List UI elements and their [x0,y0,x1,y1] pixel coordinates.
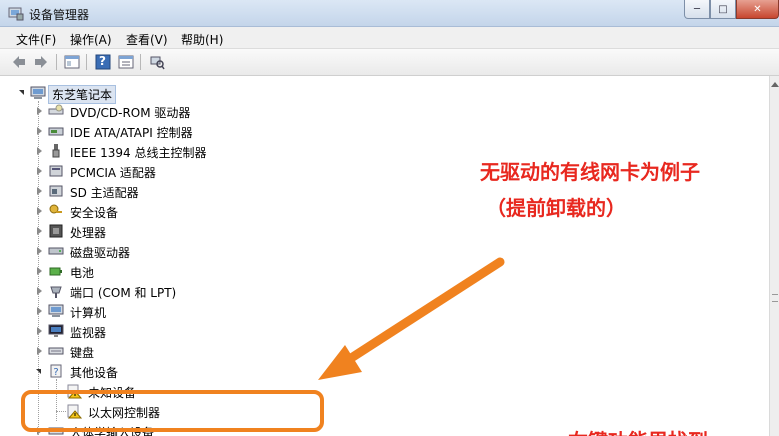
unknown-device-icon: ? [50,364,62,378]
tree-category-label: DVD/CD-ROM 驱动器 [70,106,191,120]
tree-category-label: PCMCIA 适配器 [70,166,156,180]
properties-icon [118,55,134,69]
tree-category[interactable]: 磁盘驱动器 [0,241,260,261]
scroll-up-icon[interactable] [771,82,779,87]
expander-collapsed-icon[interactable] [37,187,42,195]
keyboard-icon [48,347,64,355]
help-glyph: ? [99,54,106,68]
monitor-icon [48,324,64,337]
toolbar-separator [56,54,57,70]
tree-category[interactable]: SD 主适配器 [0,181,260,201]
ide-controller-icon [48,127,64,136]
tree-category[interactable]: 键盘 [0,341,260,361]
annotation-bottom-partial: 右键功能里找到 [568,425,708,436]
tree-category[interactable]: ? 其他设备 [0,361,260,381]
minimize-button[interactable]: ─ [684,0,710,19]
expander-collapsed-icon[interactable] [37,287,42,295]
minimize-icon: ─ [693,3,701,15]
back-button[interactable] [10,53,28,71]
tree-root[interactable]: 东芝笔记本 [0,83,200,104]
expander-collapsed-icon[interactable] [37,167,42,175]
tree-category-label: 其他设备 [70,366,119,380]
expander-collapsed-icon[interactable] [37,327,42,335]
tree-category-label: SD 主适配器 [70,186,139,200]
menu-bar: 文件(F) 操作(A) 查看(V) 帮助(H) [0,27,779,49]
tree-category-label: 端口 (COM 和 LPT) [70,286,177,300]
highlight-box [21,390,324,432]
expander-collapsed-icon[interactable] [37,207,42,215]
tree-category[interactable]: 电池 [0,261,260,281]
expander-collapsed-icon[interactable] [37,147,42,155]
window-title: 设备管理器 [29,8,90,22]
svg-text:?: ? [53,367,58,378]
vertical-scrollbar[interactable] [769,76,779,436]
tree-category[interactable]: DVD/CD-ROM 驱动器 [0,101,260,121]
forward-arrow-icon [35,56,47,68]
expander-collapsed-icon[interactable] [37,227,42,235]
scroll-grip-icon[interactable] [772,294,778,302]
properties-button[interactable] [117,53,135,71]
tree-category[interactable]: 计算机 [0,301,260,321]
back-arrow-icon [13,56,25,68]
menu-action[interactable]: 操作(A) [70,31,112,48]
device-manager-icon [8,7,24,21]
expander-collapsed-icon[interactable] [37,107,42,115]
pcmcia-icon [49,165,63,177]
tree-category-label: 安全设备 [70,206,119,220]
tree-category-label: 键盘 [70,346,95,360]
toolbar-separator [140,54,141,70]
close-icon: ✕ [753,3,762,15]
computer-icon [48,304,64,317]
show-hide-console-tree-icon [64,55,80,69]
title-bar: 设备管理器 ─ □ ✕ [0,0,779,27]
computer-icon [30,86,46,99]
maximize-button[interactable]: □ [710,0,736,19]
annotation-title: 无驱动的有线网卡为例子 [480,160,700,184]
device-tree: 东芝笔记本 DVD/CD-ROM 驱动器 IDE ATA/ATAPI 控制器 IEEE… [0,76,769,436]
tree-category[interactable]: PCMCIA 适配器 [0,161,260,181]
expander-collapsed-icon[interactable] [37,247,42,255]
expander-collapsed-icon[interactable] [37,347,42,355]
toolbar: ? [0,49,779,76]
tree-category[interactable]: 安全设备 [0,201,260,221]
tree-category-label: 处理器 [70,226,107,240]
menu-help[interactable]: 帮助(H) [181,31,223,48]
annotation-subtitle: （提前卸载的） [486,196,626,220]
help-button[interactable]: ? [94,53,112,71]
tree-category-label: 监视器 [70,326,107,340]
tree-category-label: 磁盘驱动器 [70,246,131,260]
expander-collapsed-icon[interactable] [37,307,42,315]
tree-category[interactable]: 监视器 [0,321,260,341]
port-icon [50,286,62,298]
tree-category[interactable]: 处理器 [0,221,260,241]
scan-hardware-button[interactable] [148,53,166,71]
tree-category[interactable]: IEEE 1394 总线主控制器 [0,141,260,161]
expander-expanded-icon[interactable] [36,369,41,374]
scan-hardware-icon [150,56,165,70]
security-key-icon [49,204,62,214]
tree-category-label: 计算机 [70,306,107,320]
console-tree-button[interactable] [63,53,81,71]
tree-category[interactable]: IDE ATA/ATAPI 控制器 [0,121,260,141]
battery-icon [49,267,62,276]
dvd-drive-icon [48,104,64,115]
ieee1394-icon [52,144,60,158]
close-button[interactable]: ✕ [736,0,779,19]
disk-drive-icon [48,247,64,255]
processor-icon [49,224,63,238]
menu-view[interactable]: 查看(V) [126,31,168,48]
toolbar-separator [86,54,87,70]
sd-adapter-icon [49,185,63,197]
tree-category-label: 电池 [70,266,95,280]
expander-expanded-icon[interactable] [19,90,24,95]
maximize-icon: □ [718,3,728,15]
expander-collapsed-icon[interactable] [37,267,42,275]
expander-collapsed-icon[interactable] [37,127,42,135]
tree-category-label: IDE ATA/ATAPI 控制器 [70,126,193,140]
forward-button[interactable] [32,53,50,71]
menu-file[interactable]: 文件(F) [16,31,56,48]
tree-category[interactable]: 端口 (COM 和 LPT) [0,281,260,301]
tree-category-label: IEEE 1394 总线主控制器 [70,146,207,160]
